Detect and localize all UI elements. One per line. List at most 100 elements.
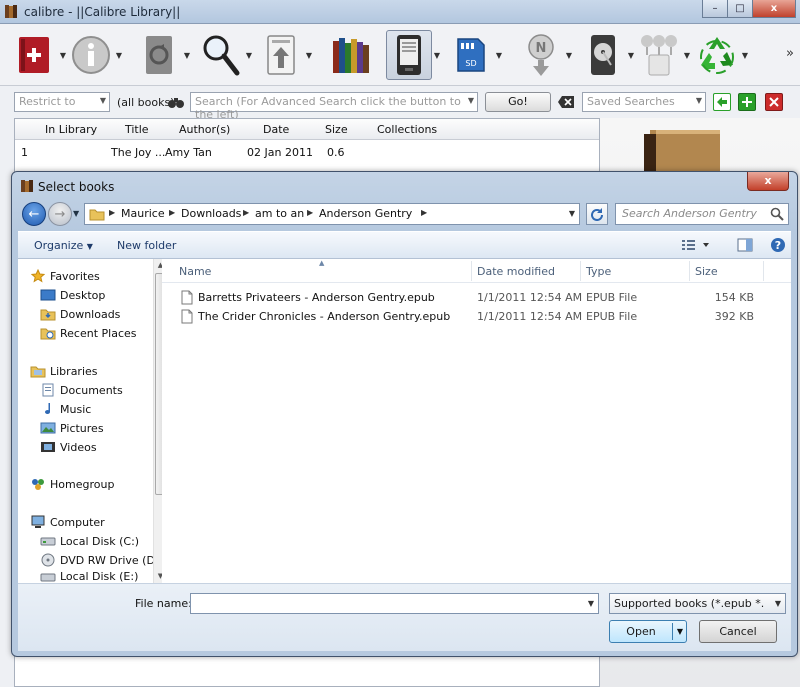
file-type-select[interactable]: Supported books (*.epub *.pdb ▼ [609,593,786,614]
help-icon[interactable]: ? [770,237,786,253]
maximize-button[interactable]: □ [727,0,753,18]
chevron-down-icon[interactable]: ▼ [569,209,575,218]
column-divider[interactable] [580,261,581,281]
dialog-close-button[interactable]: x [747,172,789,191]
new-folder-button[interactable]: New folder [117,239,176,252]
convert-dropdown-icon[interactable]: ▼ [182,51,192,60]
delete-search-button[interactable] [765,93,783,111]
column-divider[interactable] [763,261,764,281]
breadcrumb-separator-icon[interactable]: ▶ [169,208,175,217]
column-header-date[interactable]: Date [263,123,289,136]
connect-share-button[interactable]: ▼ [636,27,692,83]
saved-searches-select[interactable]: Saved Searches ▼ [582,92,706,112]
device-button[interactable]: ▼ [386,27,442,83]
book-author: Amy Tan [165,146,212,159]
preview-pane-icon[interactable] [737,238,753,252]
refresh-button[interactable] [586,203,608,225]
chevron-down-icon[interactable]: ▼ [588,599,594,608]
save-to-disk-button[interactable]: ▼ [580,27,636,83]
nav-favorites[interactable]: Favorites [30,267,100,285]
breadcrumb-am-to-an[interactable]: am to an [255,207,304,220]
nav-documents[interactable]: Documents [40,381,123,399]
nav-dvd-drive[interactable]: DVD RW Drive (D [40,551,155,569]
forward-button[interactable]: → [48,202,72,226]
column-header-name[interactable]: Name [179,265,211,278]
nav-downloads[interactable]: Downloads [40,305,120,323]
file-row[interactable]: The Crider Chronicles - Anderson Gentry.… [162,307,791,326]
breadcrumb-separator-icon[interactable]: ▶ [243,208,249,217]
edit-metadata-dropdown-icon[interactable]: ▼ [114,51,124,60]
view-button[interactable]: ▼ [198,27,254,83]
nav-local-disk-e[interactable]: Local Disk (E:) [40,570,138,583]
fetch-news-button[interactable]: N ▼ [518,27,574,83]
star-icon [30,268,46,284]
nav-computer[interactable]: Computer [30,513,105,531]
nav-recent-places[interactable]: Recent Places [40,324,137,342]
toolbar-more-button[interactable]: » [786,46,794,61]
column-header-title[interactable]: Title [125,123,149,136]
restrict-to-select[interactable]: Restrict to ▼ [14,92,110,112]
organize-button[interactable]: Organize ▼ [34,239,93,252]
column-header-size[interactable]: Size [695,265,718,278]
nav-videos[interactable]: Videos [40,438,97,456]
column-header-size[interactable]: Size [325,123,348,136]
back-button[interactable]: ← [22,202,46,226]
add-books-dropdown-icon[interactable]: ▼ [58,51,68,60]
column-header-collections[interactable]: Collections [377,123,437,136]
advanced-search-button[interactable] [167,93,185,111]
search-input[interactable]: Search (For Advanced Search click the bu… [190,92,478,121]
add-books-button[interactable]: ▼ [12,27,68,83]
save-to-disk-dropdown-icon[interactable]: ▼ [626,51,636,60]
send-to-device-button[interactable]: ▼ [258,27,314,83]
nav-music[interactable]: Music [40,400,91,418]
minimize-button[interactable]: – [702,0,728,18]
breadcrumb-separator-icon[interactable]: ▶ [109,208,115,217]
column-divider[interactable] [471,261,472,281]
clear-search-button[interactable] [557,93,575,111]
sd-card-button[interactable]: SD ▼ [448,27,504,83]
column-header-authors[interactable]: Author(s) [179,123,230,136]
disk-drive-icon [40,533,56,549]
nav-homegroup[interactable]: Homegroup [30,475,114,493]
send-to-device-dropdown-icon[interactable]: ▼ [304,51,314,60]
edit-metadata-icon [72,36,110,74]
all-books-label: (all books) [117,96,175,109]
open-button[interactable]: Open ▼ [609,620,687,643]
breadcrumb-separator-icon[interactable]: ▶ [421,208,427,217]
breadcrumb-anderson-gentry[interactable]: Anderson Gentry [319,207,412,220]
library-button[interactable] [328,27,378,83]
column-header-in-library[interactable]: In Library [45,123,97,136]
device-dropdown-icon[interactable]: ▼ [432,51,442,60]
connect-share-dropdown-icon[interactable]: ▼ [682,51,692,60]
remove-books-dropdown-icon[interactable]: ▼ [740,51,750,60]
nav-libraries[interactable]: Libraries [30,362,98,380]
news-dropdown-icon[interactable]: ▼ [564,51,574,60]
edit-metadata-button[interactable]: ▼ [68,27,124,83]
go-button[interactable]: Go! [485,92,551,112]
column-divider[interactable] [689,261,690,281]
breadcrumb-downloads[interactable]: Downloads [181,207,241,220]
breadcrumb-maurice[interactable]: Maurice [121,207,165,220]
close-button[interactable]: x [752,0,796,18]
nav-desktop[interactable]: Desktop [40,286,105,304]
remove-books-button[interactable]: ▼ [694,27,750,83]
convert-books-button[interactable]: ▼ [136,27,192,83]
nav-local-disk-c[interactable]: Local Disk (C:) [40,532,139,550]
breadcrumb-separator-icon[interactable]: ▶ [307,208,313,217]
nav-favorites-label: Favorites [50,269,100,283]
file-name-input[interactable]: ▼ [190,593,599,614]
nav-pictures[interactable]: Pictures [40,419,104,437]
address-bar[interactable]: ▶ Maurice ▶ Downloads ▶ am to an ▶ Ander… [84,203,580,225]
column-header-date-modified[interactable]: Date modified [477,265,555,278]
change-view-icon[interactable] [681,238,711,252]
column-header-type[interactable]: Type [586,265,611,278]
open-options-dropdown-icon[interactable]: ▼ [677,627,683,636]
folder-search-input[interactable]: Search Anderson Gentry [615,203,789,225]
file-row[interactable]: Barretts Privateers - Anderson Gentry.ep… [162,288,791,307]
view-dropdown-icon[interactable]: ▼ [244,51,254,60]
cancel-button[interactable]: Cancel [699,620,777,643]
sd-card-dropdown-icon[interactable]: ▼ [494,51,504,60]
save-search-button[interactable] [738,93,756,111]
copy-search-button[interactable] [713,93,731,111]
recent-locations-dropdown-icon[interactable]: ▼ [73,209,79,218]
